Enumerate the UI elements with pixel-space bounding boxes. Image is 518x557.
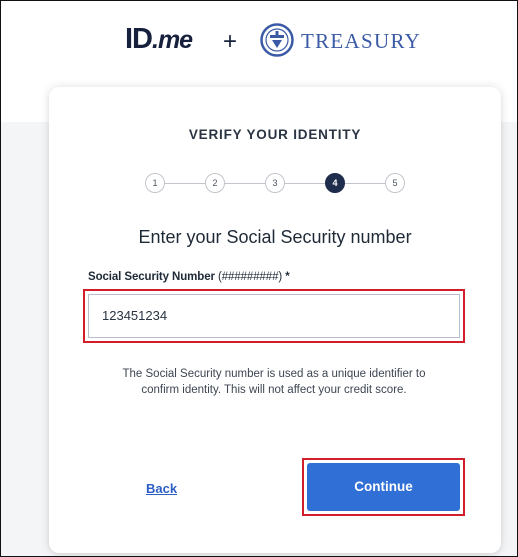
browser-frame: ID.me + TREASURY VERIFY YOUR IDENTITY 1 … [0, 0, 518, 557]
page-heading: Enter your Social Security number [138, 227, 412, 247]
step-connector [285, 183, 325, 184]
progress-stepper: 1 2 3 4 5 [49, 173, 501, 195]
page-header: ID.me + TREASURY [1, 1, 517, 87]
ssn-input[interactable]: 123451234 [88, 294, 460, 338]
treasury-wordmark: TREASURY [301, 29, 422, 53]
ssn-field-label: Social Security Number (#########) * [88, 271, 290, 283]
step-connector [345, 183, 385, 184]
step-1: 1 [145, 173, 165, 193]
continue-button[interactable]: Continue [307, 463, 460, 511]
card-title: VERIFY YOUR IDENTITY [188, 127, 362, 142]
back-link[interactable]: Back [146, 481, 177, 496]
treasury-seal-icon [260, 23, 294, 57]
step-connector [165, 183, 205, 184]
step-5: 5 [385, 173, 405, 193]
logo-separator: + [223, 28, 238, 55]
step-connector [225, 183, 265, 184]
step-4-current: 4 [325, 173, 345, 193]
idme-logo: ID.me [125, 23, 193, 55]
ssn-input-highlight: 123451234 [83, 289, 465, 343]
step-2: 2 [205, 173, 225, 193]
continue-button-highlight: Continue [302, 458, 465, 516]
ssn-help-text: The Social Security number is used as a … [122, 368, 426, 396]
step-3: 3 [265, 173, 285, 193]
verify-identity-card: VERIFY YOUR IDENTITY 1 2 3 4 5 Enter you… [49, 87, 501, 553]
